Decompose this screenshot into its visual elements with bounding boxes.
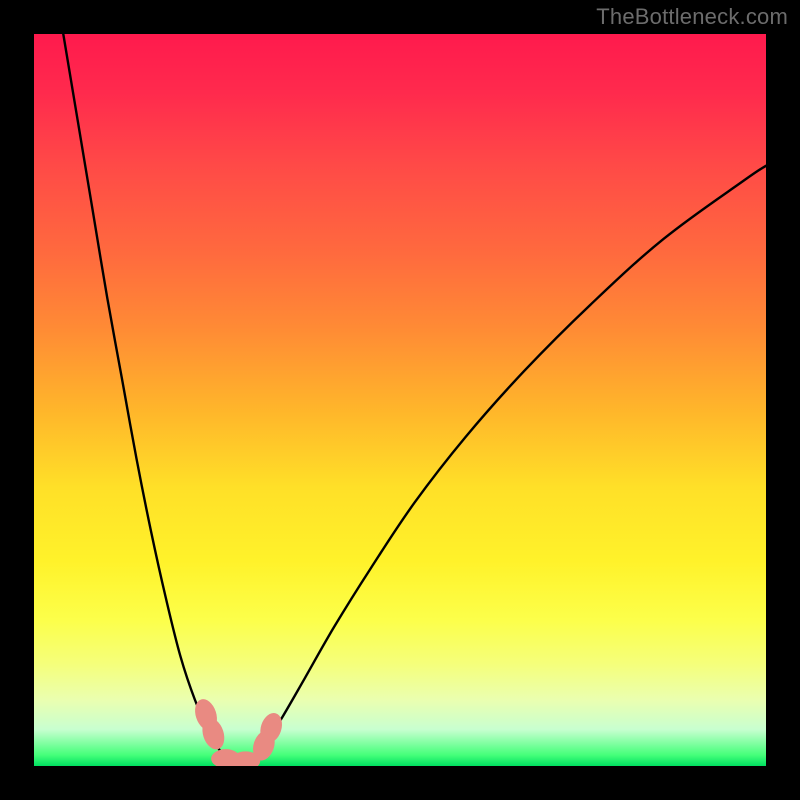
marker-group <box>191 696 285 766</box>
curve-left-branch <box>63 34 239 765</box>
curve-group <box>63 34 766 765</box>
outer-frame: TheBottleneck.com <box>0 0 800 800</box>
bottleneck-curve-svg <box>34 34 766 766</box>
watermark-text: TheBottleneck.com <box>596 4 788 30</box>
curve-right-branch <box>239 166 766 765</box>
plot-area <box>34 34 766 766</box>
